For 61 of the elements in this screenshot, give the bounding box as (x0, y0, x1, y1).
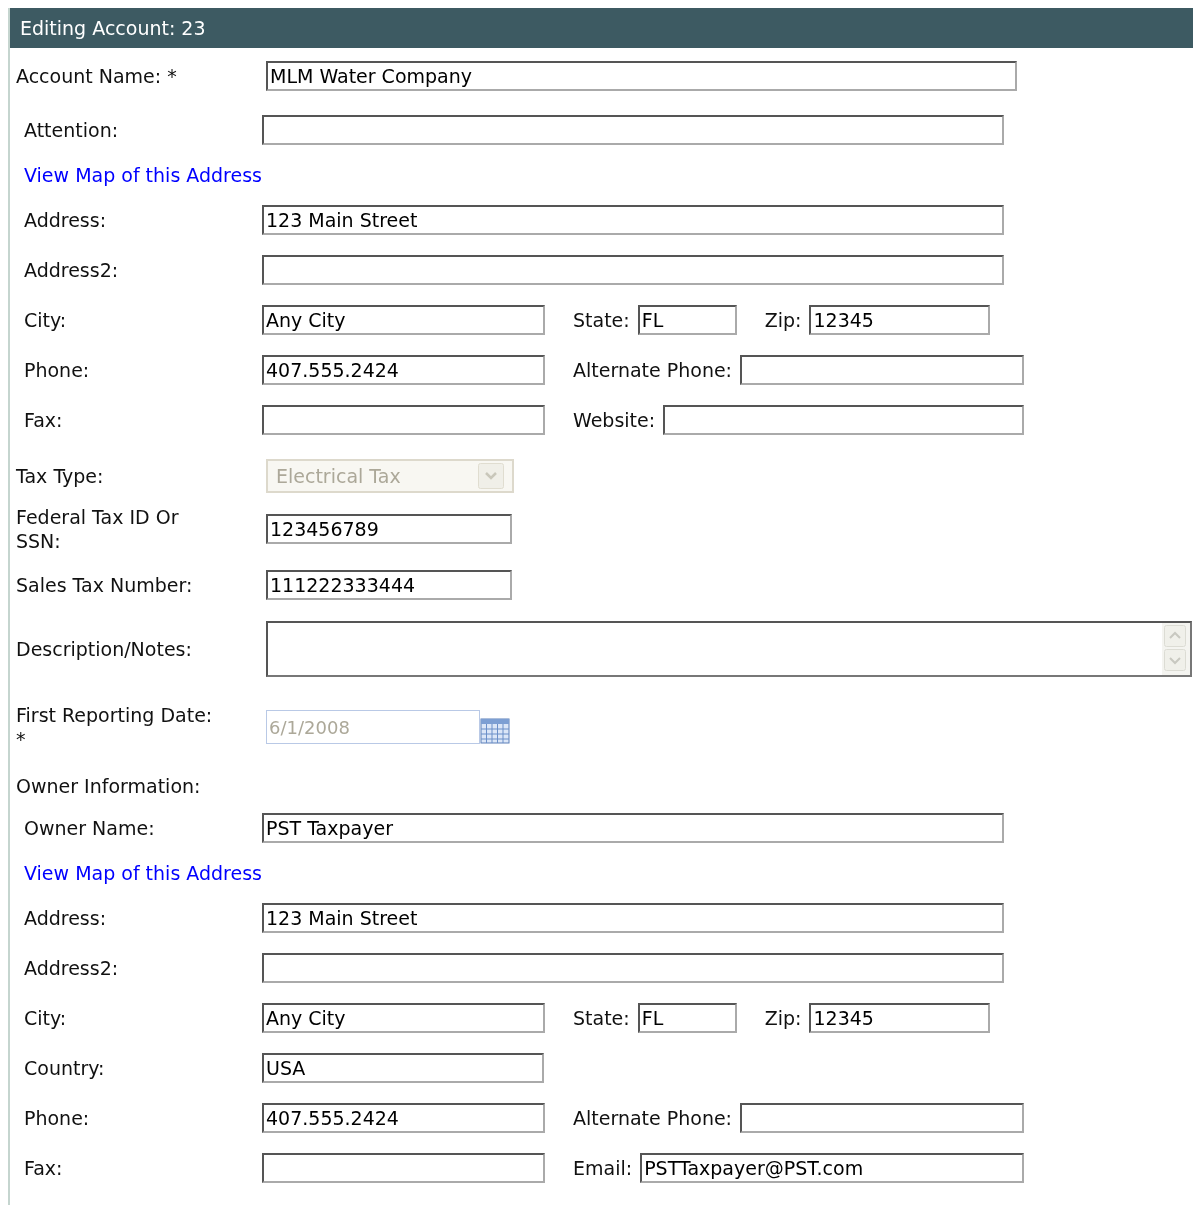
text-field[interactable] (740, 355, 1024, 385)
field-label: Fax: (24, 408, 64, 432)
field-label: Alternate Phone: (573, 357, 732, 383)
text-field[interactable] (740, 1103, 1024, 1133)
field-label: Zip: (764, 1005, 802, 1031)
field-label: Email: (573, 1155, 633, 1181)
text-field[interactable]: 123 Main Street (262, 205, 1004, 235)
section-heading: Owner Information: (16, 773, 201, 799)
scroll-down-icon (1164, 649, 1186, 671)
field-label: Phone: (24, 1106, 91, 1130)
text-field[interactable]: 12345 (809, 1003, 991, 1033)
scrollbar[interactable] (1162, 623, 1190, 675)
calendar-icon[interactable] (480, 716, 510, 744)
text-field[interactable] (262, 115, 1004, 145)
field-label: Address2: (24, 956, 120, 980)
field-label: Federal Tax ID Or SSN: (16, 505, 180, 553)
field-label: Website: (573, 407, 656, 433)
field-label: Address: (24, 906, 108, 930)
field-label: Attention: (24, 118, 120, 142)
field-label: Phone: (24, 358, 91, 382)
text-field[interactable] (262, 405, 545, 435)
text-field[interactable]: 123 Main Street (262, 903, 1004, 933)
window-title: Editing Account: 23 (20, 15, 206, 41)
text-field[interactable] (663, 405, 1024, 435)
field-label: Description/Notes: (16, 637, 193, 661)
map-link[interactable]: View Map of this Address (24, 858, 262, 888)
text-field[interactable]: USA (262, 1053, 544, 1083)
field-label: State: (573, 1005, 630, 1031)
field-label: Sales Tax Number: (16, 573, 194, 597)
text-field[interactable]: 407.555.2424 (262, 355, 545, 385)
text-field[interactable]: FL (637, 1003, 737, 1033)
field-label: Address: (24, 208, 108, 232)
field-label: City: (24, 308, 68, 332)
field-label: Zip: (764, 307, 802, 333)
field-label: First Reporting Date: * (16, 703, 214, 751)
text-field[interactable]: 111222333444 (266, 570, 512, 600)
field-label: Country: (24, 1056, 106, 1080)
field-label: City: (24, 1006, 68, 1030)
notes-textarea[interactable] (266, 621, 1192, 677)
text-field[interactable]: 12345 (809, 305, 991, 335)
text-field[interactable]: Any City (262, 1003, 545, 1033)
chevron-down-icon (478, 463, 504, 489)
map-link[interactable]: View Map of this Address (24, 160, 262, 190)
text-field[interactable] (262, 1153, 545, 1183)
text-field[interactable]: PSTTaxpayer@PST.com (640, 1153, 1024, 1183)
field-label: Owner Name: (24, 816, 156, 840)
scroll-up-icon (1164, 625, 1186, 647)
text-field[interactable]: PST Taxpayer (262, 813, 1004, 843)
field-label: Address2: (24, 258, 120, 282)
field-label: Account Name: * (16, 64, 178, 88)
field-label: Alternate Phone: (573, 1105, 732, 1131)
text-field[interactable]: 407.555.2424 (262, 1103, 545, 1133)
field-label: Fax: (24, 1156, 64, 1180)
text-field[interactable] (262, 953, 1004, 983)
text-field[interactable] (262, 255, 1004, 285)
field-label: Tax Type: (16, 464, 105, 488)
text-field[interactable]: 123456789 (266, 514, 512, 544)
field-label: State: (573, 307, 630, 333)
text-field[interactable]: FL (637, 305, 737, 335)
text-field[interactable]: Any City (262, 305, 545, 335)
text-field[interactable]: MLM Water Company (266, 61, 1017, 91)
